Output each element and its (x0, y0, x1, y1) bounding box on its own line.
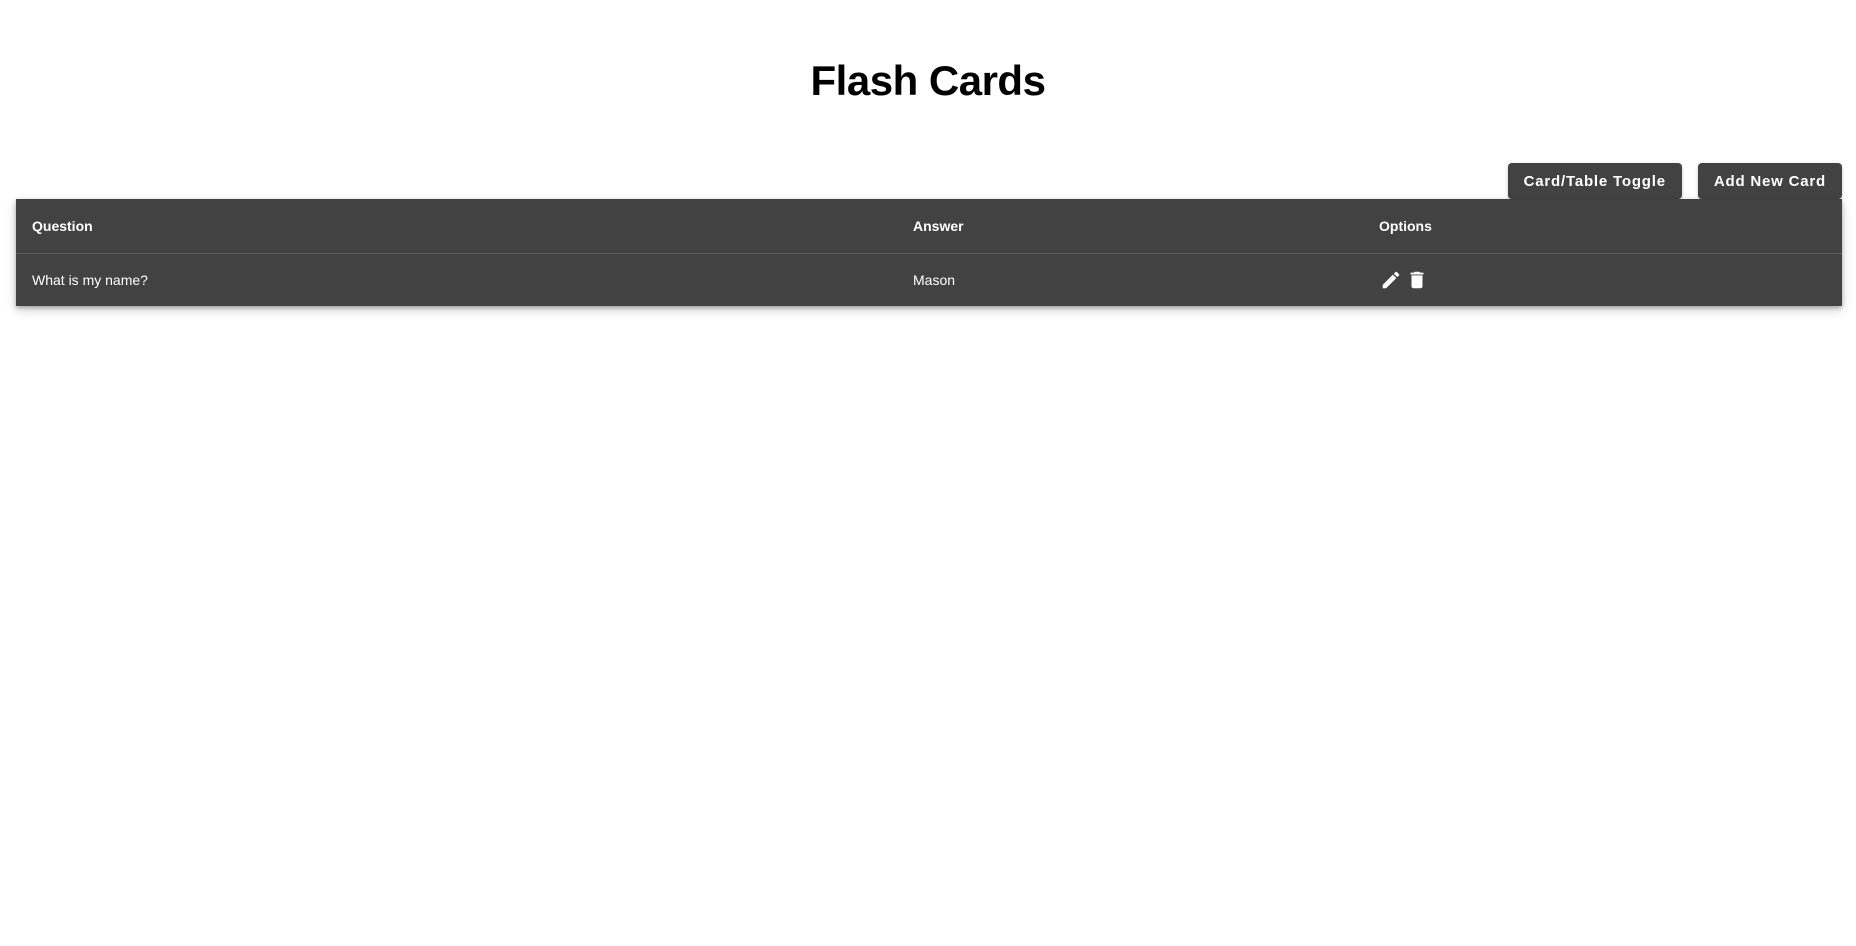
pencil-icon[interactable] (1379, 268, 1403, 292)
toolbar: Card/Table Toggle Add New Card (1507, 163, 1842, 199)
cell-question: What is my name? (32, 272, 148, 288)
table-header-row: Question Answer Options (16, 199, 1842, 254)
cell-answer: Mason (913, 272, 956, 288)
cell-options (1363, 254, 1842, 307)
trash-icon[interactable] (1405, 268, 1429, 292)
flash-cards-table: Question Answer Options What is my name?… (16, 199, 1842, 306)
page-title: Flash Cards (810, 57, 1046, 104)
column-header-answer: Answer (897, 199, 1363, 254)
page: Flash Cards Card/Table Toggle Add New Ca… (0, 0, 1856, 946)
column-header-question: Question (16, 199, 897, 254)
card-table-toggle-button[interactable]: Card/Table Toggle (1507, 163, 1682, 199)
row-options (1379, 268, 1826, 292)
add-new-card-button[interactable]: Add New Card (1697, 163, 1842, 199)
column-header-options: Options (1363, 199, 1842, 254)
table-row: What is my name? Mason (16, 254, 1842, 307)
